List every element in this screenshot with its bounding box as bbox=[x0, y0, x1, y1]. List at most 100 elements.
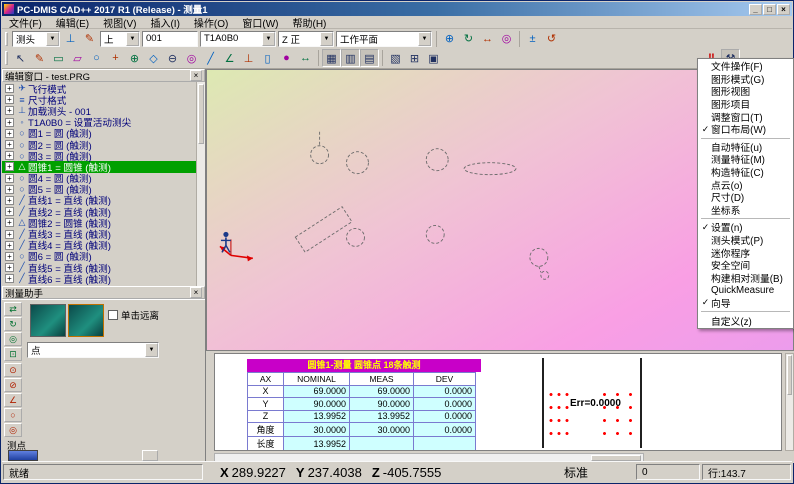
menu-item-adjust-window[interactable]: 调整窗口(T) bbox=[698, 110, 793, 123]
menu-insert[interactable]: 插入(I) bbox=[143, 16, 186, 28]
menu-view[interactable]: 视图(V) bbox=[96, 16, 143, 28]
menu-item-graphic-items[interactable]: 图形项目 bbox=[698, 98, 793, 111]
pan-view-icon[interactable]: ⇄ bbox=[4, 302, 22, 316]
menu-window[interactable]: 窗口(W) bbox=[235, 16, 285, 28]
menu-item-graphic-modes[interactable]: 图形模式(G) bbox=[698, 73, 793, 86]
menu-item-file-operations[interactable]: 文件操作(F) bbox=[698, 60, 793, 73]
slot-feature-icon[interactable]: ⊖ bbox=[163, 49, 182, 67]
expand-icon[interactable]: + bbox=[5, 196, 14, 205]
close-icon[interactable]: × bbox=[190, 70, 202, 81]
menu-edit[interactable]: 编辑(E) bbox=[49, 16, 96, 28]
probe-edit-icon[interactable]: ✎ bbox=[80, 30, 99, 48]
edit-window-icon[interactable]: ▣ bbox=[424, 49, 443, 67]
resize-grip[interactable] bbox=[142, 450, 158, 461]
tree-item[interactable]: +╱直线6 = 直线 (触测) bbox=[2, 273, 205, 284]
expand-icon[interactable]: + bbox=[5, 207, 14, 216]
menu-help[interactable]: 帮助(H) bbox=[285, 16, 333, 28]
minimize-button[interactable]: _ bbox=[749, 4, 762, 15]
assistant-header[interactable]: 测量助手 × bbox=[2, 286, 205, 299]
expand-icon[interactable]: + bbox=[5, 241, 14, 250]
close-button[interactable]: × bbox=[777, 4, 790, 15]
zoom-fit-icon[interactable]: ◎ bbox=[497, 30, 516, 48]
menu-item-settings[interactable]: ✓设置(n) bbox=[698, 221, 793, 234]
active-tip-combo[interactable]: T1A0B0 ▼ bbox=[200, 31, 276, 47]
scrollbar-thumb[interactable] bbox=[787, 355, 792, 395]
scale-icon[interactable]: ± bbox=[523, 30, 542, 48]
chevron-down-icon[interactable]: ▼ bbox=[262, 32, 275, 46]
probe-preview-2[interactable] bbox=[68, 304, 104, 337]
menu-item-measured-features[interactable]: 测量特征(M) bbox=[698, 153, 793, 166]
menu-item-coordinate-system[interactable]: 坐标系 bbox=[698, 204, 793, 217]
diamond-feature-icon[interactable]: ◇ bbox=[144, 49, 163, 67]
angle-point-icon[interactable]: ∠ bbox=[4, 393, 22, 407]
line-feature-icon[interactable]: ╱ bbox=[201, 49, 220, 67]
report-vertical-scrollbar[interactable] bbox=[785, 353, 794, 451]
expand-icon[interactable]: + bbox=[5, 230, 14, 239]
color-swatch[interactable] bbox=[8, 450, 38, 461]
menu-item-probe-mode[interactable]: 测头模式(P) bbox=[698, 234, 793, 247]
tree-scrollbar[interactable] bbox=[196, 82, 205, 286]
menu-item-wizards[interactable]: ✓向导 bbox=[698, 297, 793, 310]
chevron-down-icon[interactable]: ▼ bbox=[145, 343, 158, 357]
dimension-icon[interactable]: ↔ bbox=[296, 49, 315, 67]
menu-item-quickmeasure[interactable]: QuickMeasure bbox=[698, 284, 793, 297]
expand-icon[interactable]: + bbox=[5, 185, 14, 194]
scrollbar-thumb[interactable] bbox=[198, 84, 204, 144]
expand-icon[interactable]: + bbox=[5, 252, 14, 261]
toolbar-grip[interactable] bbox=[5, 32, 8, 46]
expand-icon[interactable]: + bbox=[5, 84, 14, 93]
edit-window-header[interactable]: 编辑窗口 - test.PRG × bbox=[2, 69, 205, 82]
menu-item-auto-features[interactable]: 自动特征(u) bbox=[698, 141, 793, 154]
menu-item-customize[interactable]: 自定义(z) bbox=[698, 314, 793, 327]
click-away-option[interactable]: 单击远离 bbox=[108, 308, 159, 322]
feature-type-combo[interactable]: 点 ▼ bbox=[27, 342, 159, 358]
expand-icon[interactable]: + bbox=[5, 274, 14, 283]
expand-icon[interactable]: + bbox=[5, 140, 14, 149]
auto-circle-icon[interactable]: ⊕ bbox=[125, 49, 144, 67]
target-icon[interactable]: ◎ bbox=[182, 49, 201, 67]
fit-view-icon[interactable]: ⊡ bbox=[4, 347, 22, 361]
single-view-icon[interactable]: ▦ bbox=[322, 49, 341, 67]
erase-tool-icon[interactable]: ▭ bbox=[49, 49, 68, 67]
split-view-icon[interactable]: ▥ bbox=[341, 49, 360, 67]
click-away-checkbox[interactable] bbox=[108, 310, 118, 320]
probe-utilities-icon[interactable]: ⊥ bbox=[61, 30, 80, 48]
expand-icon[interactable]: + bbox=[5, 218, 14, 227]
quad-view-icon[interactable]: ▤ bbox=[360, 49, 379, 67]
rotate-icon[interactable]: ↻ bbox=[459, 30, 478, 48]
close-icon[interactable]: × bbox=[190, 287, 202, 298]
expand-icon[interactable]: + bbox=[5, 118, 14, 127]
expand-icon[interactable]: + bbox=[5, 129, 14, 138]
menu-item-relative-measure[interactable]: 构建相对测量(B) bbox=[698, 272, 793, 285]
cylinder-feature-icon[interactable]: ▯ bbox=[258, 49, 277, 67]
menu-item-dimension[interactable]: 尺寸(D) bbox=[698, 191, 793, 204]
probe-file-input[interactable] bbox=[142, 31, 198, 47]
report-window-icon[interactable]: ▧ bbox=[386, 49, 405, 67]
chevron-down-icon[interactable]: ▼ bbox=[46, 32, 59, 46]
probe-mode-combo[interactable]: 上 ▼ bbox=[100, 31, 140, 47]
surface-point-icon[interactable]: ⊙ bbox=[4, 363, 22, 377]
menu-operation[interactable]: 操作(O) bbox=[187, 16, 235, 28]
menu-item-graphic-views[interactable]: 图形视图 bbox=[698, 85, 793, 98]
probe-combo[interactable]: 测头 ▼ bbox=[12, 31, 60, 47]
alignment-icon[interactable]: ⊕ bbox=[440, 30, 459, 48]
menu-file[interactable]: 文件(F) bbox=[2, 16, 49, 28]
expand-icon[interactable]: + bbox=[5, 151, 14, 160]
menu-item-pointcloud[interactable]: 点云(o) bbox=[698, 178, 793, 191]
chevron-down-icon[interactable]: ▼ bbox=[126, 32, 139, 46]
expand-icon[interactable]: + bbox=[5, 263, 14, 272]
menu-item-safe-space[interactable]: 安全空间 bbox=[698, 259, 793, 272]
edge-point-icon[interactable]: ⊘ bbox=[4, 378, 22, 392]
expand-icon[interactable]: + bbox=[5, 162, 14, 171]
menu-item-constructed-features[interactable]: 构造特征(C) bbox=[698, 166, 793, 179]
view-combo[interactable]: 工作平面 ▼ bbox=[336, 31, 432, 47]
menu-item-mini-routines[interactable]: 迷你程序 bbox=[698, 246, 793, 259]
maximize-button[interactable]: □ bbox=[763, 4, 776, 15]
command-tree[interactable]: +✈飞行模式 +≡尺寸格式 +⊥加载测头 - 001 +◦T1A0B0 = 设置… bbox=[2, 82, 205, 286]
polygon-tool-icon[interactable]: ▱ bbox=[68, 49, 87, 67]
zoom-view-icon[interactable]: ◎ bbox=[4, 332, 22, 346]
angle-dimension-icon[interactable]: ∠ bbox=[220, 49, 239, 67]
workplane-combo[interactable]: Z 正 ▼ bbox=[278, 31, 334, 47]
sketch-tool-icon[interactable]: ✎ bbox=[30, 49, 49, 67]
circle-measure-icon[interactable]: ○ bbox=[4, 408, 22, 422]
